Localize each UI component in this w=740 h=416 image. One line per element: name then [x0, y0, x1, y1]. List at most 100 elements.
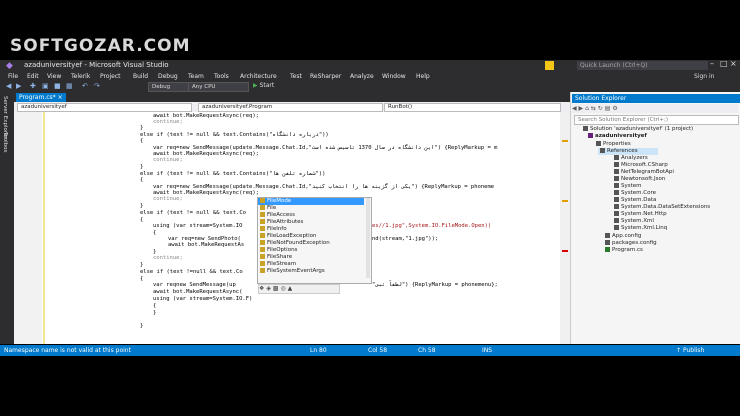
- tree-item-solution[interactable]: Solution 'azaduniversityef' (1 project): [583, 126, 693, 133]
- intellisense-item[interactable]: FileAccess: [260, 212, 295, 219]
- tree-item-program-cs[interactable]: Program.cs: [605, 247, 643, 254]
- assembly-icon: [614, 197, 619, 202]
- menu-window[interactable]: Window: [382, 72, 406, 81]
- editor-scrollbar[interactable]: [560, 112, 570, 344]
- tree-item-reference[interactable]: System.Net.Http: [614, 211, 667, 218]
- redo-icon[interactable]: ↷: [94, 82, 102, 90]
- menu-help[interactable]: Help: [416, 72, 430, 81]
- feedback-filter-icon[interactable]: [545, 61, 554, 70]
- intellisense-item[interactable]: FileNotFoundException: [260, 240, 330, 247]
- save-icon[interactable]: ■: [54, 82, 62, 90]
- sign-in-link[interactable]: Sign in: [694, 73, 714, 80]
- sync-icon[interactable]: ⇆: [591, 105, 596, 112]
- assembly-icon: [614, 204, 619, 209]
- menu-resharper[interactable]: ReSharper: [310, 72, 341, 81]
- publish-button[interactable]: ↑ Publish: [676, 345, 704, 356]
- status-column: Col 58: [368, 347, 388, 354]
- solution-explorer-search[interactable]: Search Solution Explorer (Ctrl+;): [574, 115, 739, 125]
- tree-item-reference[interactable]: System: [614, 183, 642, 190]
- back-icon[interactable]: ◀: [572, 105, 577, 112]
- forward-icon[interactable]: ▶: [579, 105, 584, 112]
- tree-item-app-config[interactable]: App.config: [605, 233, 641, 240]
- undo-icon[interactable]: ↶: [82, 82, 90, 90]
- visual-studio-logo-icon: ◆: [6, 61, 13, 71]
- back-icon[interactable]: ◀: [6, 82, 14, 90]
- tree-item-reference[interactable]: System.Core: [614, 190, 656, 197]
- filter-namespace-icon[interactable]: ❖: [259, 285, 264, 292]
- tree-item-reference[interactable]: System.Data.DataSetExtensions: [614, 204, 710, 211]
- save-all-icon[interactable]: ▦: [66, 82, 74, 90]
- platform-select[interactable]: Any CPU: [188, 82, 249, 92]
- tree-item-reference[interactable]: NetTelegramBotApi: [614, 169, 674, 176]
- code-line-current: using (var stream=System.IO.F): [153, 296, 253, 302]
- intellisense-item[interactable]: FileShare: [260, 254, 292, 261]
- minimize-icon[interactable]: –: [710, 59, 714, 68]
- intellisense-item[interactable]: File: [260, 205, 276, 212]
- new-project-icon[interactable]: ✚: [30, 82, 38, 90]
- type-dropdown[interactable]: azaduniversityef.Program: [198, 103, 383, 112]
- configuration-select[interactable]: Debug: [148, 82, 189, 92]
- tree-item-references[interactable]: References: [600, 148, 638, 155]
- tree-item-reference[interactable]: Analyzers: [614, 155, 648, 162]
- tree-item-project[interactable]: azaduniversityef: [588, 133, 647, 140]
- code-line: {: [140, 177, 144, 183]
- code-line-tail: "لطفاً تبی") {ReplyMarkup = phonemenu};: [372, 282, 498, 288]
- code-line: }: [153, 310, 157, 316]
- intellisense-item[interactable]: FileMode: [260, 198, 291, 205]
- tab-program-cs[interactable]: Program.cs* ×: [16, 93, 66, 102]
- menu-team[interactable]: Team: [188, 72, 204, 81]
- collapse-all-icon[interactable]: ▤: [605, 105, 611, 112]
- toolbox-tab[interactable]: Toolbox: [2, 132, 8, 153]
- tree-item-properties[interactable]: Properties: [596, 141, 631, 148]
- tree-item-reference[interactable]: Newtonsoft.Json: [614, 176, 665, 183]
- filter-class-icon[interactable]: ◈: [266, 285, 271, 292]
- properties-icon[interactable]: ⚙: [612, 105, 617, 112]
- tree-item-reference[interactable]: Microsoft.CSharp: [614, 162, 668, 169]
- menu-tools[interactable]: Tools: [214, 72, 229, 81]
- code-line: {: [140, 217, 144, 223]
- close-icon[interactable]: ×: [730, 59, 737, 68]
- intellisense-item[interactable]: FileAttributes: [260, 219, 303, 226]
- member-dropdown[interactable]: RunBot(): [384, 103, 561, 112]
- code-line: }: [140, 323, 144, 329]
- menu-architecture[interactable]: Architecture: [240, 72, 277, 81]
- csharp-file-icon: [605, 247, 610, 252]
- maximize-icon[interactable]: □: [720, 59, 728, 68]
- code-line: }: [140, 262, 144, 268]
- code-line: var reqnew SendMessage(up: [153, 282, 236, 288]
- intellisense-scrollbar[interactable]: [366, 198, 370, 278]
- solution-explorer-title: Solution Explorer: [572, 94, 740, 103]
- tree-item-packages-config[interactable]: packages.config: [605, 240, 657, 247]
- refresh-icon[interactable]: ↻: [598, 105, 603, 112]
- quick-launch-input[interactable]: Quick Launch (Ctrl+Q): [577, 61, 708, 70]
- forward-icon[interactable]: ▶: [16, 82, 24, 90]
- code-line: else if (text != null && text.Contains("…: [140, 171, 326, 177]
- project-dropdown[interactable]: azaduniversityef: [17, 103, 192, 112]
- intellisense-item[interactable]: FileSystemEventArgs: [260, 268, 325, 275]
- home-icon[interactable]: ⌂: [585, 105, 589, 112]
- intellisense-item[interactable]: FileInfo: [260, 226, 287, 233]
- menu-project[interactable]: Project: [100, 72, 121, 81]
- code-line: await bot.MakeRequestAsync(: [153, 289, 243, 295]
- menu-edit[interactable]: Edit: [27, 72, 39, 81]
- tree-item-reference[interactable]: System.Data: [614, 197, 656, 204]
- intellisense-item[interactable]: FileStream: [260, 261, 296, 268]
- open-icon[interactable]: ▣: [42, 82, 50, 90]
- menu-test[interactable]: Test: [290, 72, 302, 81]
- filter-delegate-icon[interactable]: ▲: [288, 285, 293, 292]
- tree-item-reference[interactable]: System.Xml: [614, 218, 654, 225]
- menu-debug[interactable]: Debug: [158, 72, 178, 81]
- filter-interface-icon[interactable]: ◎: [280, 285, 285, 292]
- code-line: continue;: [153, 196, 183, 202]
- filter-enum-icon[interactable]: ▩: [273, 285, 279, 292]
- menu-analyze[interactable]: Analyze: [350, 72, 374, 81]
- menu-view[interactable]: View: [47, 72, 61, 81]
- tab-close-icon[interactable]: ×: [58, 94, 63, 101]
- intellisense-item[interactable]: FileOptions: [260, 247, 297, 254]
- start-button[interactable]: ▶ Start: [253, 82, 274, 89]
- menu-file[interactable]: File: [8, 72, 18, 81]
- menu-telerik[interactable]: Telerik: [71, 72, 90, 81]
- intellisense-item[interactable]: FileLoadException: [260, 233, 316, 240]
- menu-build[interactable]: Build: [133, 72, 148, 81]
- tree-item-reference[interactable]: System.Xml.Linq: [614, 225, 667, 232]
